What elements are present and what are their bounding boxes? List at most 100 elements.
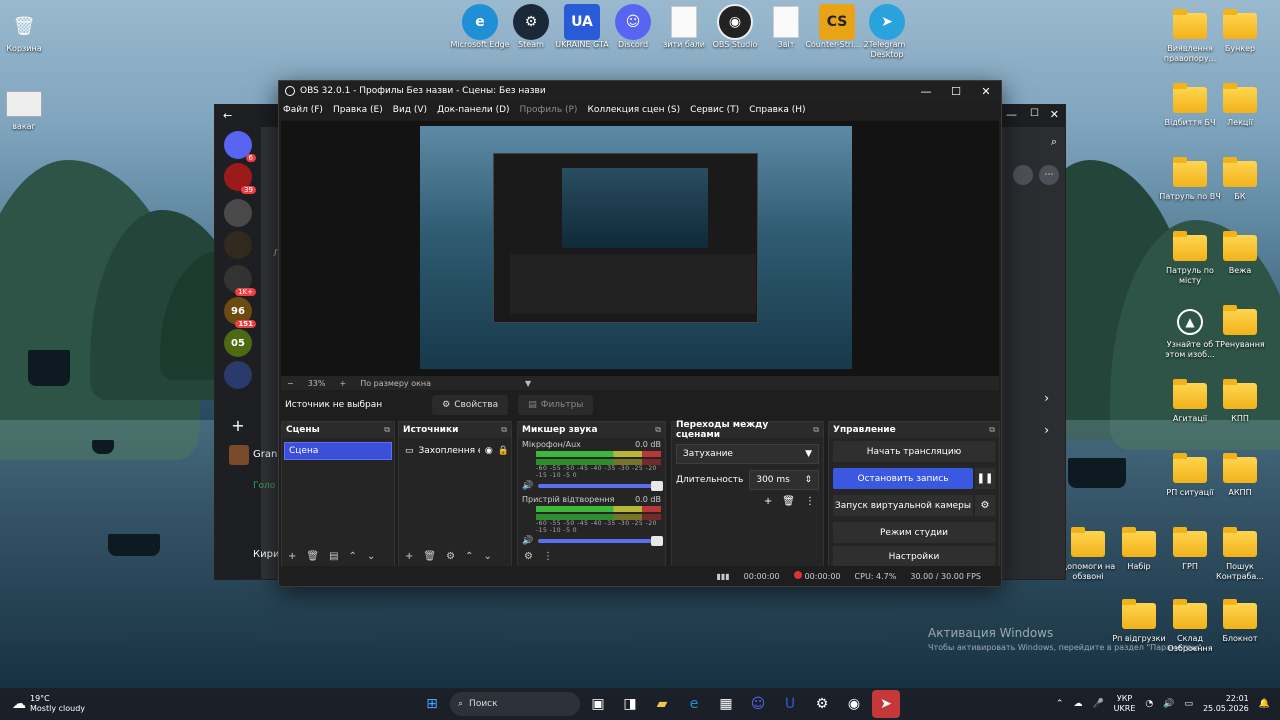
language-indicator[interactable]: УКР UKRE bbox=[1114, 694, 1136, 714]
trash-icon[interactable]: 🗑 bbox=[782, 496, 795, 507]
move-up-icon[interactable]: ⌃ bbox=[349, 551, 357, 562]
desktop-folder[interactable]: АКПП bbox=[1208, 453, 1272, 498]
user-avatar[interactable] bbox=[229, 445, 249, 465]
mic-icon[interactable]: 🎤 bbox=[1092, 699, 1103, 709]
server-icon[interactable]: 96 151 bbox=[224, 297, 256, 328]
pause-icon[interactable]: ❚❚ bbox=[975, 468, 995, 489]
back-arrow-icon[interactable]: ← bbox=[223, 109, 232, 122]
volume-slider[interactable] bbox=[538, 481, 663, 491]
chevron-right-icon[interactable]: › bbox=[1044, 391, 1049, 405]
file-explorer-icon[interactable]: ▰ bbox=[648, 690, 676, 718]
move-down-icon[interactable]: ⌄ bbox=[483, 551, 491, 562]
maximize-icon[interactable]: ☐ bbox=[1030, 108, 1039, 119]
telegram-icon[interactable]: ➤ bbox=[872, 690, 900, 718]
discord-icon[interactable]: ☺ bbox=[744, 690, 772, 718]
duration-input[interactable]: 300 ms ⇕ bbox=[749, 470, 819, 490]
slider-handle[interactable] bbox=[651, 481, 663, 491]
properties-button[interactable]: ⚙ Свойства bbox=[432, 395, 509, 415]
menu-view[interactable]: Вид (V) bbox=[393, 105, 427, 115]
obs-window[interactable]: OBS 32.0.1 - Профилы Без назви - Сцены: … bbox=[278, 80, 1002, 587]
volume-slider[interactable] bbox=[538, 536, 663, 546]
stop-recording-button[interactable]: Остановить запись bbox=[833, 468, 973, 489]
zoom-fit-select[interactable]: По размеру окна bbox=[360, 379, 431, 388]
start-icon[interactable]: ⊞ bbox=[418, 690, 446, 718]
discord-home-icon[interactable]: 6 bbox=[224, 131, 256, 162]
menu-help[interactable]: Справка (H) bbox=[749, 105, 805, 115]
scene-item[interactable]: Сцена bbox=[284, 442, 392, 460]
settings-button[interactable]: Настройки bbox=[833, 546, 995, 567]
menu-profile[interactable]: Профиль (P) bbox=[520, 105, 578, 115]
popout-icon[interactable]: ⧉ bbox=[813, 425, 819, 435]
trash-icon[interactable]: 🗑 bbox=[306, 551, 319, 562]
popout-icon[interactable]: ⧉ bbox=[989, 425, 995, 435]
lock-icon[interactable]: 🔒 bbox=[498, 446, 509, 456]
menu-file[interactable]: Файл (F) bbox=[283, 105, 323, 115]
studio-mode-button[interactable]: Режим студии bbox=[833, 522, 995, 543]
minimize-icon[interactable]: — bbox=[1006, 108, 1017, 121]
trash-icon[interactable]: 🗑 bbox=[423, 551, 436, 562]
task-view-icon[interactable]: ▣ bbox=[584, 690, 612, 718]
obs-icon[interactable]: ◉ bbox=[840, 690, 868, 718]
ukraine-gta-icon[interactable]: U bbox=[776, 690, 804, 718]
maximize-button[interactable]: ☐ bbox=[941, 81, 971, 101]
volume-icon[interactable]: 🔊 bbox=[1163, 699, 1174, 709]
server-icon[interactable] bbox=[224, 231, 252, 259]
gear-icon[interactable]: ⚙ bbox=[446, 551, 455, 562]
chevron-right-icon[interactable]: › bbox=[1044, 423, 1049, 437]
server-icon[interactable] bbox=[224, 199, 252, 227]
preview-canvas[interactable] bbox=[281, 121, 999, 376]
taskbar-search[interactable]: ⌕ Поиск bbox=[450, 692, 580, 716]
gear-icon[interactable]: ⚙ bbox=[524, 551, 533, 562]
popout-icon[interactable]: ⧉ bbox=[501, 425, 507, 435]
source-item[interactable]: ▭ Захоплення екрана ◉ 🔒 bbox=[401, 442, 509, 460]
move-down-icon[interactable]: ⌄ bbox=[367, 551, 375, 562]
more-icon[interactable]: ⋮ bbox=[805, 496, 815, 507]
zoom-in-button[interactable]: + bbox=[339, 379, 346, 388]
widgets-icon[interactable]: ◨ bbox=[616, 690, 644, 718]
zoom-out-button[interactable]: − bbox=[287, 379, 294, 388]
menu-edit[interactable]: Правка (E) bbox=[333, 105, 383, 115]
desktop-folder[interactable]: Пошук Контрабa... bbox=[1208, 527, 1272, 582]
menu-docks[interactable]: Док-панели (D) bbox=[437, 105, 509, 115]
slider-handle[interactable] bbox=[651, 536, 663, 546]
more-icon[interactable]: ⋯ bbox=[1039, 165, 1059, 185]
battery-icon[interactable]: ▭ bbox=[1184, 699, 1193, 709]
server-icon[interactable]: 1K+ bbox=[224, 265, 256, 296]
search-icon[interactable]: ⌕ bbox=[1051, 135, 1057, 149]
desktop-folder[interactable]: ТРенування bbox=[1208, 305, 1272, 350]
virtual-camera-button[interactable]: Запуск виртуальной камеры bbox=[833, 495, 973, 516]
speaker-icon[interactable]: 🔊 bbox=[522, 536, 533, 546]
popout-icon[interactable]: ⧉ bbox=[655, 425, 661, 435]
wifi-icon[interactable]: ◔ bbox=[1145, 699, 1153, 709]
minimize-button[interactable]: — bbox=[911, 81, 941, 101]
desktop-folder[interactable]: БК bbox=[1208, 157, 1272, 202]
server-icon[interactable]: 05 bbox=[224, 329, 252, 357]
desktop-icon-recycle-bin[interactable]: 🗑 Корзина bbox=[0, 10, 56, 54]
more-icon[interactable]: ⋮ bbox=[543, 551, 553, 562]
desktop-folder[interactable]: Вежа bbox=[1208, 231, 1272, 276]
add-friend-icon[interactable] bbox=[1013, 165, 1033, 185]
chevron-down-icon[interactable]: ▼ bbox=[525, 379, 531, 388]
desktop-folder[interactable]: Бункер bbox=[1208, 9, 1272, 54]
weather-widget[interactable]: ☁ 19°C Mostly cloudy bbox=[0, 694, 200, 714]
desktop-folder[interactable]: Блокнот bbox=[1208, 599, 1272, 644]
filters-button[interactable]: ▤ Фильтры bbox=[518, 395, 594, 415]
eye-icon[interactable]: ◉ bbox=[485, 446, 493, 456]
filter-icon[interactable]: ▤ bbox=[329, 551, 338, 562]
desktop-icon-file[interactable]: вакаг bbox=[0, 88, 56, 132]
menu-tools[interactable]: Сервис (T) bbox=[690, 105, 739, 115]
add-server-icon[interactable]: + bbox=[224, 411, 252, 439]
popout-icon[interactable]: ⧉ bbox=[384, 425, 390, 435]
speaker-icon[interactable]: 🔊 bbox=[522, 481, 533, 491]
store-icon[interactable]: ▦ bbox=[712, 690, 740, 718]
move-up-icon[interactable]: ⌃ bbox=[465, 551, 473, 562]
stepper-icon[interactable]: ⇕ bbox=[804, 475, 812, 485]
gear-icon[interactable]: ⚙ bbox=[975, 495, 995, 516]
edge-icon[interactable]: e bbox=[680, 690, 708, 718]
transition-select[interactable]: Затухание ▼ bbox=[676, 444, 819, 464]
server-icon[interactable]: 39 bbox=[224, 163, 256, 194]
server-icon[interactable] bbox=[224, 361, 252, 389]
close-icon[interactable]: ✕ bbox=[1050, 108, 1059, 121]
close-button[interactable]: ✕ bbox=[971, 81, 1001, 101]
network-tray-icon[interactable]: ☁ bbox=[1073, 699, 1082, 709]
